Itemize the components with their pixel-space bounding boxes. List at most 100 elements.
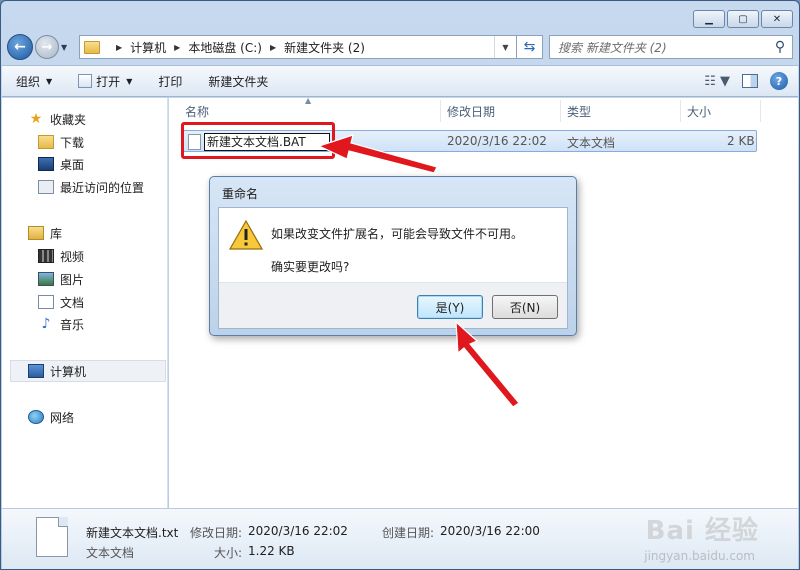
view-controls: ☷ ▼ ? bbox=[704, 72, 798, 90]
sidebar-item-music[interactable]: ♪ 音乐 bbox=[38, 314, 84, 334]
new-folder-button[interactable]: 新建文件夹 bbox=[208, 73, 268, 90]
sidebar-item-label: 网络 bbox=[50, 410, 75, 425]
sidebar-item-desktop[interactable]: 桌面 bbox=[38, 154, 84, 174]
refresh-button[interactable]: ⇆ bbox=[517, 35, 543, 59]
sidebar-item-network[interactable]: 网络 bbox=[28, 407, 74, 427]
new-folder-label: 新建文件夹 bbox=[208, 74, 269, 89]
column-header-name[interactable]: 名称 bbox=[179, 100, 441, 122]
search-icon[interactable]: ⚲ bbox=[768, 39, 792, 55]
search-placeholder: 搜索 新建文件夹 (2) bbox=[558, 40, 667, 55]
computer-icon bbox=[28, 364, 44, 378]
sidebar-item-label: 收藏夹 bbox=[50, 112, 87, 127]
sidebar-item-label: 计算机 bbox=[50, 364, 87, 379]
file-size: 2 KB bbox=[727, 134, 755, 148]
search-input[interactable]: 搜索 新建文件夹 (2) ⚲ bbox=[549, 35, 793, 59]
dialog-title: 重命名 bbox=[222, 187, 259, 201]
file-modified: 2020/3/16 22:02 bbox=[447, 134, 547, 148]
file-type: 文本文档 bbox=[567, 136, 616, 150]
open-label: 打开 bbox=[96, 74, 121, 89]
chevron-right-icon[interactable]: ▶ bbox=[270, 43, 276, 52]
caption-buttons: ▁ ▢ ✕ bbox=[693, 10, 793, 28]
library-icon bbox=[28, 226, 44, 240]
column-label: 名称 bbox=[185, 104, 210, 119]
explorer-window: ▁ ▢ ✕ ← → ▼ ▶ 计算机 ▶ 本地磁盘 (C:) ▶ 新建文件夹 (2… bbox=[0, 0, 800, 570]
sidebar-item-favorites[interactable]: ★ 收藏夹 bbox=[28, 109, 86, 129]
sidebar-item-documents[interactable]: 文档 bbox=[38, 292, 84, 312]
sidebar-item-label: 音乐 bbox=[60, 317, 85, 332]
address-dropdown[interactable]: ▼ bbox=[494, 36, 516, 58]
folder-icon bbox=[84, 40, 100, 54]
command-bar: 组织 ▼ 打开 ▼ 打印 新建文件夹 ☷ ▼ ? bbox=[2, 65, 798, 97]
dialog-message: 如果改变文件扩展名，可能会导致文件不可用。 bbox=[271, 227, 524, 241]
details-created-label: 创建日期: bbox=[382, 526, 435, 540]
sidebar-item-downloads[interactable]: 下载 bbox=[38, 132, 84, 152]
rename-dialog: 重命名 如果改变文件扩展名，可能会导致文件不可用。 确实要更改吗? 是(Y) 否… bbox=[209, 176, 577, 336]
print-label: 打印 bbox=[158, 74, 183, 89]
address-bar[interactable]: ▶ 计算机 ▶ 本地磁盘 (C:) ▶ 新建文件夹 (2) ▼ bbox=[79, 35, 517, 59]
dialog-footer: 是(Y) 否(N) bbox=[219, 282, 567, 328]
column-header-size[interactable]: 大小 bbox=[681, 100, 761, 122]
preview-pane-icon[interactable] bbox=[742, 74, 758, 88]
annotation-highlight-box bbox=[181, 122, 335, 159]
address-row: ← → ▼ ▶ 计算机 ▶ 本地磁盘 (C:) ▶ 新建文件夹 (2) ▼ ⇆ … bbox=[7, 34, 793, 60]
details-filetype: 文本文档 bbox=[86, 546, 135, 560]
breadcrumb-computer[interactable]: 计算机 bbox=[130, 39, 166, 56]
chevron-down-icon: ▼ bbox=[46, 76, 53, 86]
sidebar-item-label: 图片 bbox=[60, 272, 85, 287]
open-icon bbox=[78, 74, 93, 88]
open-button[interactable]: 打开 ▼ bbox=[78, 73, 132, 90]
pictures-icon bbox=[38, 272, 54, 286]
details-size-label: 大小: bbox=[214, 546, 243, 560]
details-modified-value: 2020/3/16 22:02 bbox=[248, 524, 348, 538]
back-arrow-icon: ← bbox=[14, 39, 26, 55]
no-button[interactable]: 否(N) bbox=[492, 295, 558, 319]
sidebar-item-libraries[interactable]: 库 bbox=[28, 223, 62, 243]
back-button[interactable]: ← bbox=[7, 34, 33, 60]
sidebar-item-label: 库 bbox=[50, 226, 63, 241]
views-icon[interactable]: ☷ ▼ bbox=[704, 74, 730, 89]
sidebar-item-pictures[interactable]: 图片 bbox=[38, 269, 84, 289]
details-modified-label: 修改日期: bbox=[190, 526, 243, 540]
minimize-icon: ▁ bbox=[705, 13, 713, 25]
minimize-button[interactable]: ▁ bbox=[693, 10, 725, 28]
breadcrumb-new-folder[interactable]: 新建文件夹 (2) bbox=[284, 39, 365, 56]
sidebar-item-label: 下载 bbox=[60, 135, 85, 150]
yes-button[interactable]: 是(Y) bbox=[417, 295, 483, 319]
sidebar-item-videos[interactable]: 视频 bbox=[38, 246, 84, 266]
column-header-type[interactable]: 类型 bbox=[561, 100, 681, 122]
forward-button[interactable]: → bbox=[35, 35, 59, 59]
network-globe-icon bbox=[28, 410, 44, 424]
details-filename: 新建文本文档.txt bbox=[86, 526, 179, 540]
column-label: 大小 bbox=[687, 104, 712, 119]
dialog-question: 确实要更改吗? bbox=[271, 260, 350, 274]
organize-button[interactable]: 组织 ▼ bbox=[16, 73, 52, 90]
sidebar-item-label: 桌面 bbox=[60, 157, 85, 172]
recent-pages-dropdown[interactable]: ▼ bbox=[61, 43, 73, 52]
navigation-pane: ★ 收藏夹 下载 桌面 最近访问的位置 库 视频 图片 文档 ♪ 音乐 计算机 网络 bbox=[2, 98, 168, 508]
downloads-folder-icon bbox=[38, 135, 54, 149]
close-button[interactable]: ✕ bbox=[761, 10, 793, 28]
column-label: 修改日期 bbox=[447, 104, 496, 119]
chevron-right-icon[interactable]: ▶ bbox=[174, 43, 180, 52]
column-label: 类型 bbox=[567, 104, 592, 119]
sidebar-item-recent[interactable]: 最近访问的位置 bbox=[38, 177, 144, 197]
sidebar-item-label: 最近访问的位置 bbox=[60, 180, 145, 195]
details-size-value: 1.22 KB bbox=[248, 544, 295, 558]
print-button[interactable]: 打印 bbox=[158, 73, 182, 90]
help-icon[interactable]: ? bbox=[770, 72, 788, 90]
maximize-button[interactable]: ▢ bbox=[727, 10, 759, 28]
file-thumbnail-icon bbox=[36, 517, 68, 557]
video-icon bbox=[38, 249, 54, 263]
sidebar-item-label: 视频 bbox=[60, 249, 85, 264]
column-header-modified[interactable]: 修改日期 bbox=[441, 100, 561, 122]
star-icon: ★ bbox=[29, 111, 43, 127]
chevron-down-icon: ▼ bbox=[126, 76, 133, 86]
desktop-icon bbox=[38, 157, 54, 171]
sidebar-item-computer[interactable]: 计算机 bbox=[28, 361, 86, 381]
document-icon bbox=[38, 295, 54, 309]
refresh-icon: ⇆ bbox=[523, 39, 536, 55]
music-note-icon: ♪ bbox=[41, 316, 51, 332]
breadcrumb-local-disk[interactable]: 本地磁盘 (C:) bbox=[188, 39, 262, 56]
dialog-body: 如果改变文件扩展名，可能会导致文件不可用。 确实要更改吗? 是(Y) 否(N) bbox=[218, 207, 568, 329]
chevron-right-icon[interactable]: ▶ bbox=[116, 43, 122, 52]
